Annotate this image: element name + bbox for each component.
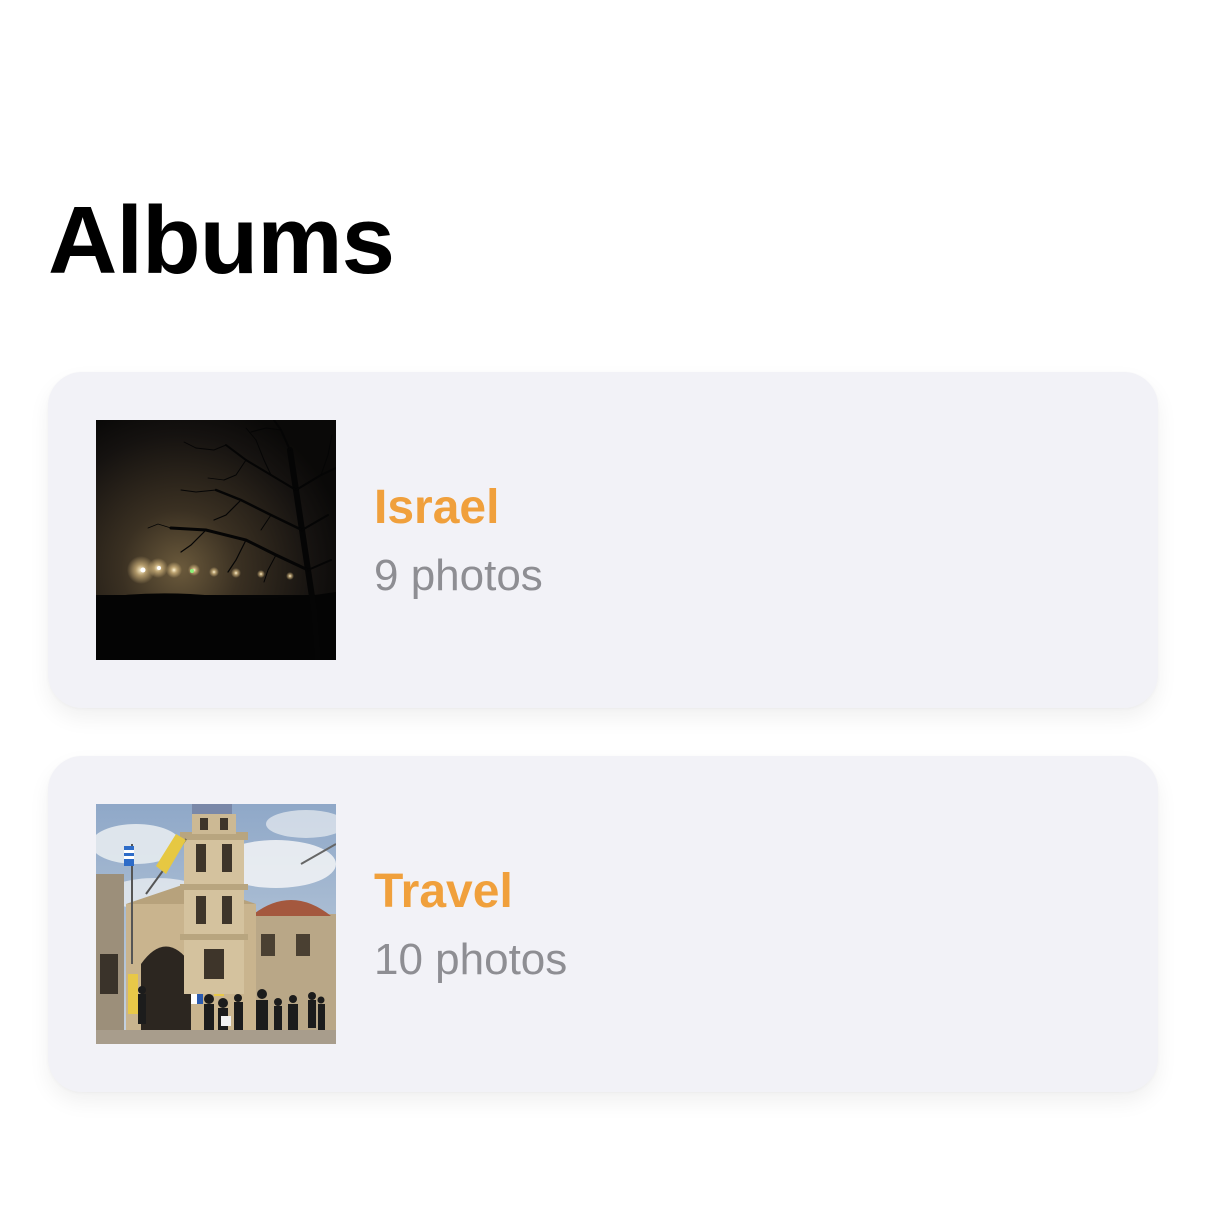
night-fog-tree-photo	[96, 420, 336, 660]
album-title: Travel	[374, 865, 513, 918]
album-card-travel[interactable]: Travel 10 photos	[48, 756, 1158, 1092]
stone-church-tower-photo	[96, 804, 336, 1044]
album-cover-travel	[96, 804, 336, 1044]
album-photo-count: 9 photos	[374, 551, 543, 600]
album-photo-count: 10 photos	[374, 935, 568, 984]
album-card-israel[interactable]: Israel 9 photos	[48, 372, 1158, 708]
album-title: Israel	[374, 481, 500, 534]
page-title: Albums	[48, 187, 395, 294]
album-list: Israel 9 photos Travel 10 photos	[48, 372, 1158, 1140]
album-cover-israel	[96, 420, 336, 660]
